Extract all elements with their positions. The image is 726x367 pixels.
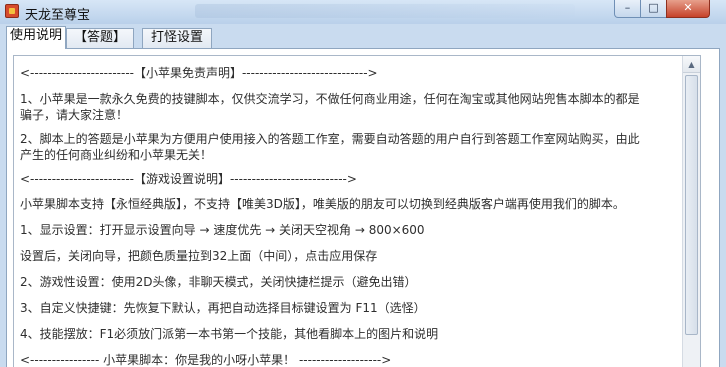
maximize-button[interactable]: □ [640,0,667,18]
version-support-line: 小苹果脚本支持【永恒经典版】，不支持【唯美3D版】，唯美版的朋友可以切换到经典版… [20,197,625,211]
gameplay-settings-line: 2、游戏性设置：使用2D头像，非聊天模式，关闭快捷栏提示（避免出错） [20,275,417,289]
vertical-scrollbar[interactable]: ▲ [682,56,700,367]
tab-strip: 使用说明 【答题】 打怪设置 [6,26,720,49]
disclaimer-line-2: 2、脚本上的答题是小苹果为方便用户使用接入的答题工作室，需要自动答题的用户自行到… [20,132,640,146]
close-button[interactable]: ✕ [666,0,710,18]
footer-line: <---------------- 小苹果脚本：你是我的小呀小苹果！ -----… [20,353,392,367]
tab-monster-settings[interactable]: 打怪设置 [142,28,212,48]
disclaimer-line-2b: 产生的任何商业纠纷和小苹果无关！ [20,148,213,162]
app-window: 天龙至尊宝 – □ ✕ 使用说明 【答题】 打怪设置 <------------… [0,0,726,367]
window-title: 天龙至尊宝 [25,8,91,23]
tab-answer[interactable]: 【答题】 [66,28,134,48]
display-settings-line: 1、显示设置：打开显示设置向导 → 速度优先 → 关闭天空视角 → 800×60… [20,223,425,237]
minimize-button[interactable]: – [614,0,641,18]
disclaimer-line-1b: 骗子，请大家注意！ [20,108,129,122]
instructions-textarea[interactable]: <------------------------【小苹果免责声明】------… [13,55,701,367]
scroll-up-arrow-icon[interactable]: ▲ [683,56,700,73]
display-settings-line-2: 设置后，关闭向导，把颜色质量拉到32上面（中间），点击应用保存 [20,249,378,263]
hotkey-settings-line: 3、自定义快捷键：先恢复下默认，再把自动选择目标键设置为 F11（选怪） [20,301,426,315]
scrollbar-thumb[interactable] [685,75,698,335]
tab-instructions[interactable]: 使用说明 [6,26,66,49]
background-window-blur [195,4,575,18]
disclaimer-line-1: 1、小苹果是一款永久免费的技键脚本，仅供交流学习，不做任何商业用途，任何在淘宝或… [20,92,640,106]
tab-content-panel: <------------------------【小苹果免责声明】------… [6,48,720,367]
skill-placement-line: 4、技能摆放：F1必须放门派第一本书第一个技能，其他看脚本上的图片和说明 [20,327,439,341]
app-logo-icon [5,4,19,18]
title-bar[interactable]: 天龙至尊宝 – □ ✕ [0,0,726,24]
game-settings-header: <------------------------【游戏设置说明】-------… [20,172,357,186]
disclaimer-header: <------------------------【小苹果免责声明】------… [20,66,378,80]
